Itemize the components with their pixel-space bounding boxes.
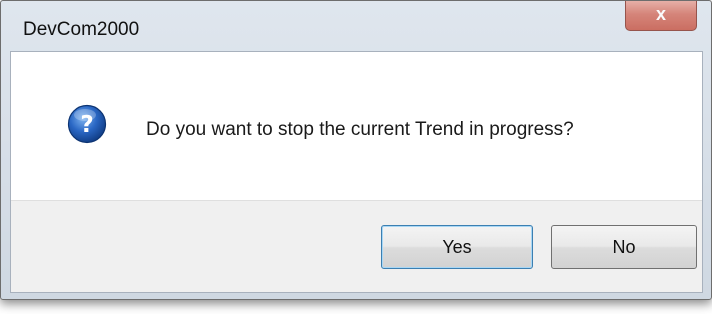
button-bar: Yes No <box>11 200 702 292</box>
no-button[interactable]: No <box>551 225 697 269</box>
message-dialog-window: DevCom2000 x ? Do you want to stop the c… <box>0 0 712 300</box>
yes-button-label: Yes <box>442 237 472 257</box>
dialog-client-area: ? Do you want to stop the current Trend … <box>10 51 703 293</box>
dialog-title: DevCom2000 <box>23 19 140 40</box>
close-icon: x <box>655 4 666 24</box>
svg-text:?: ? <box>80 112 93 138</box>
close-button[interactable]: x <box>625 1 697 31</box>
question-icon: ? <box>67 104 107 144</box>
yes-button[interactable]: Yes <box>381 225 533 269</box>
message-area: ? Do you want to stop the current Trend … <box>11 52 702 200</box>
dialog-message: Do you want to stop the current Trend in… <box>146 119 574 140</box>
no-button-label: No <box>612 237 636 257</box>
